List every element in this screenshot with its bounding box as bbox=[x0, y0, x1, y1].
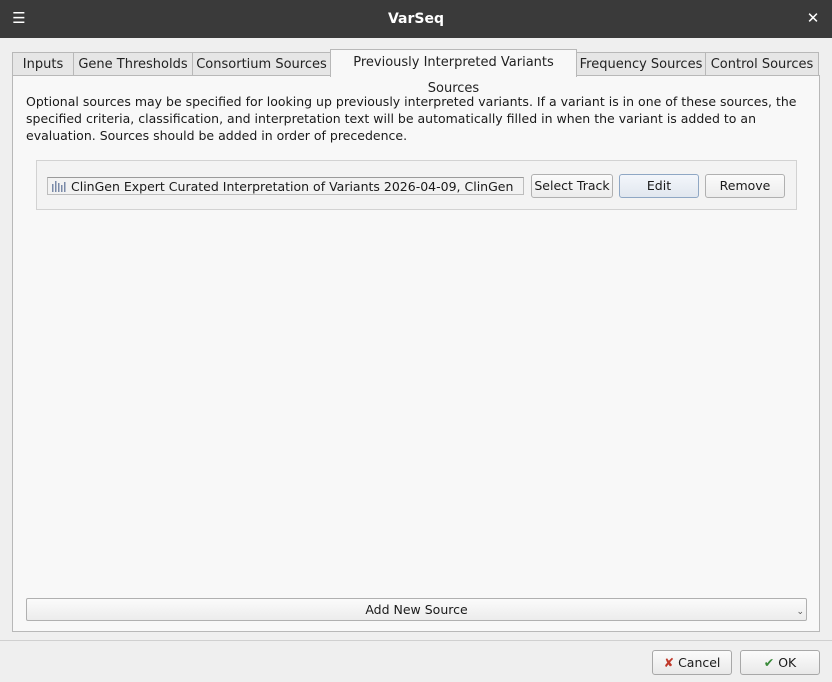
tab-gene-thresholds[interactable]: Gene Thresholds bbox=[73, 52, 193, 76]
ok-label: OK bbox=[778, 655, 797, 670]
tab-panel: Optional sources may be specified for lo… bbox=[12, 75, 820, 632]
track-bars-icon bbox=[52, 181, 66, 192]
remove-button[interactable]: Remove bbox=[705, 174, 785, 198]
ok-check-icon: ✔ bbox=[763, 655, 775, 670]
ok-button[interactable]: ✔ OK bbox=[740, 650, 820, 675]
cancel-x-icon: ✘ bbox=[663, 655, 675, 670]
source-row: ClinGen Expert Curated Interpretation of… bbox=[36, 160, 797, 210]
tab-frequency-sources[interactable]: Frequency Sources bbox=[576, 52, 706, 76]
select-track-button[interactable]: Select Track bbox=[531, 174, 613, 198]
window-title: VarSeq bbox=[387, 11, 445, 27]
title-bar: ☰ VarSeq ✕ bbox=[0, 0, 832, 38]
cancel-button[interactable]: ✘ Cancel bbox=[652, 650, 732, 675]
add-new-source-label: Add New Source bbox=[365, 602, 468, 617]
cancel-label: Cancel bbox=[678, 655, 721, 670]
tab-consortium-sources[interactable]: Consortium Sources bbox=[192, 52, 331, 76]
footer-divider bbox=[0, 640, 832, 641]
edit-button[interactable]: Edit bbox=[619, 174, 699, 198]
close-icon[interactable]: ✕ bbox=[804, 9, 822, 27]
source-field: ClinGen Expert Curated Interpretation of… bbox=[47, 177, 524, 195]
dropdown-arrow-icon: ⌄ bbox=[796, 607, 804, 617]
tab-control-sources[interactable]: Control Sources bbox=[705, 52, 819, 76]
source-label: ClinGen Expert Curated Interpretation of… bbox=[71, 179, 514, 194]
add-new-source-button[interactable]: Add New Source ⌄ bbox=[26, 598, 807, 621]
dialog-window: ☰ VarSeq ✕ Inputs Gene Thresholds Consor… bbox=[0, 0, 832, 682]
tab-inputs[interactable]: Inputs bbox=[12, 52, 74, 76]
tab-previously-interpreted-variants-sources[interactable]: Previously Interpreted Variants Sources bbox=[330, 49, 577, 96]
description-text: Optional sources may be specified for lo… bbox=[26, 94, 797, 143]
